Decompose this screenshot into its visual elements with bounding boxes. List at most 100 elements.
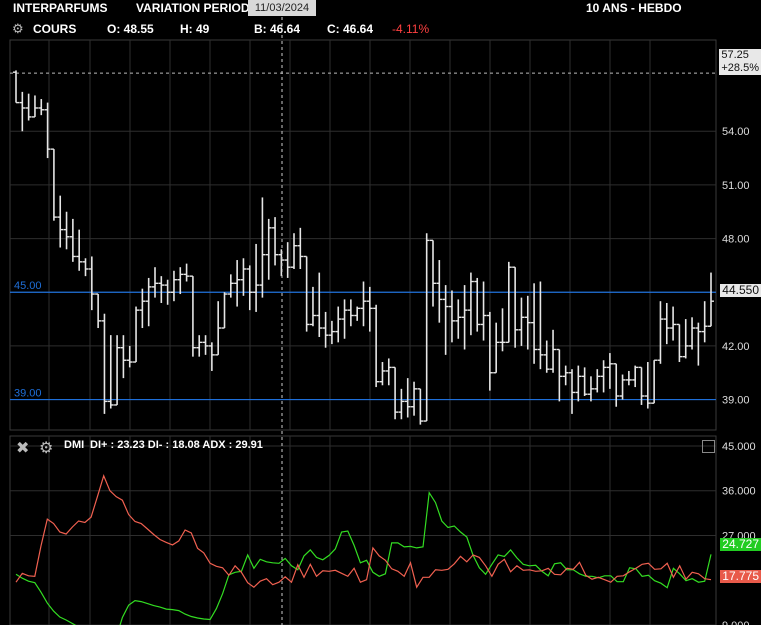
ohlc-bar — [423, 233, 430, 422]
ohlc-bar — [493, 322, 500, 374]
ohlc-bar — [31, 95, 38, 118]
ohlc-bar — [474, 277, 481, 332]
ohlc-bar — [587, 376, 594, 402]
ohlc-bar — [272, 217, 279, 266]
ohlc-bar — [341, 299, 348, 339]
top-value: 57.25 — [721, 49, 749, 61]
ohlc-bar — [221, 292, 228, 329]
ohlc-bar — [38, 99, 45, 116]
y-tick-label: 39.00 — [722, 395, 750, 407]
ohlc-bar — [44, 102, 51, 159]
ohlc-bar — [234, 260, 241, 307]
chart-canvas[interactable]: 54.00 51.00 48.00 45.00 42.00 39.00 45.000 36.0… — [0, 0, 761, 625]
maximize-icon[interactable] — [702, 440, 715, 453]
ohlc-bar — [379, 362, 386, 386]
top-value-box: 57.25 +28.5% — [719, 49, 761, 75]
ohlc-bar — [467, 272, 474, 336]
close-icon[interactable]: ✖ — [16, 438, 29, 458]
ohlc-bar — [512, 266, 519, 348]
ohlc-bar — [189, 275, 196, 357]
y-tick-label: 51.00 — [722, 180, 750, 192]
ohlc-bar — [133, 306, 140, 363]
ohlc-bar — [682, 319, 689, 359]
dmi-label: DMI — [64, 439, 85, 451]
y-tick-label: 48.00 — [722, 234, 750, 246]
dmi-y-tick-label: 9.000 — [722, 620, 750, 625]
ohlc-bar — [486, 311, 493, 391]
ohlc-bar — [562, 365, 569, 386]
ohlc-bar — [651, 359, 658, 404]
ohlc-bar — [480, 281, 487, 341]
ohlc-bar — [594, 369, 601, 393]
di-plus-box: 24.727 — [720, 537, 761, 551]
ohlc-bar — [316, 272, 323, 337]
gear-icon[interactable]: ⚙ — [39, 438, 53, 458]
ohlc-bar — [82, 258, 89, 277]
ohlc-bar — [543, 340, 550, 373]
ohlc-bar — [240, 258, 247, 296]
ohlc-bar — [701, 301, 708, 343]
ohlc-bar — [613, 363, 620, 407]
ohlc-bar — [101, 313, 108, 414]
ohlc-bar — [619, 374, 626, 400]
ohlc-bar — [347, 299, 354, 327]
ohlc-bar — [227, 274, 234, 298]
ohlc-bar — [360, 281, 367, 327]
top-change: +28.5% — [721, 62, 759, 74]
di-plus-line — [15, 490, 712, 625]
ohlc-bar — [13, 70, 19, 104]
ohlc-bar — [398, 388, 405, 420]
ohlc-bar — [670, 306, 677, 341]
ohlc-bar — [322, 311, 329, 348]
ohlc-bar — [19, 91, 26, 132]
ohlc-bar — [556, 348, 563, 402]
ohlc-bar — [215, 301, 222, 356]
ohlc-bar — [202, 335, 209, 355]
ohlc-bar — [139, 288, 146, 329]
ohlc-bar — [518, 297, 525, 346]
ohlc-bar — [253, 243, 260, 312]
ohlc-bar — [246, 265, 253, 311]
ohlc-bar — [537, 281, 544, 370]
ohlc-bar — [265, 218, 272, 280]
ohlc-bar — [695, 322, 702, 366]
dmi-values: DI+ : 23.23 DI- : 18.08 ADX : 29.91 — [90, 439, 263, 451]
ohlc-bar — [430, 239, 436, 307]
ohlc-bar — [461, 285, 468, 350]
ohlc-bar — [455, 299, 462, 339]
dmi-y-tick-label: 45.000 — [722, 441, 756, 453]
ohlc-bar — [158, 276, 165, 303]
ohlc-bar — [297, 227, 304, 269]
ohlc-bar — [708, 272, 714, 327]
ohlc-bar — [69, 218, 76, 262]
level-line-label: 39.00 — [14, 388, 42, 400]
ohlc-bar — [126, 345, 133, 368]
ohlc-bar — [663, 302, 670, 345]
ohlc-bar — [25, 93, 32, 121]
ohlc-bar — [581, 367, 588, 397]
y-tick-label: 54.00 — [722, 126, 750, 138]
ohlc-bar — [442, 285, 449, 355]
ohlc-bar — [177, 267, 184, 295]
ohlc-bar — [505, 261, 512, 344]
ohlc-bar — [120, 335, 127, 379]
ohlc-bar — [57, 195, 64, 248]
ohlc-bar — [499, 308, 506, 352]
ohlc-bar — [657, 301, 664, 364]
ohlc-bar — [145, 277, 152, 327]
ohlc-bar — [385, 358, 392, 386]
level-line-label: 45.00 — [14, 280, 42, 292]
ohlc-bar — [600, 360, 607, 393]
ohlc-bar — [366, 286, 373, 332]
ohlc-bar — [76, 229, 83, 271]
ohlc-bar — [392, 366, 399, 420]
ohlc-bar — [417, 388, 424, 425]
ohlc-bar — [183, 263, 190, 282]
ohlc-bar — [63, 211, 70, 250]
ohlc-bar — [335, 306, 342, 343]
ohlc-bar — [411, 381, 418, 416]
ohlc-bar — [575, 365, 582, 402]
ohlc-bar — [259, 197, 266, 298]
dmi-y-tick-label: 36.000 — [722, 486, 756, 498]
ohlc-bar — [170, 270, 177, 302]
